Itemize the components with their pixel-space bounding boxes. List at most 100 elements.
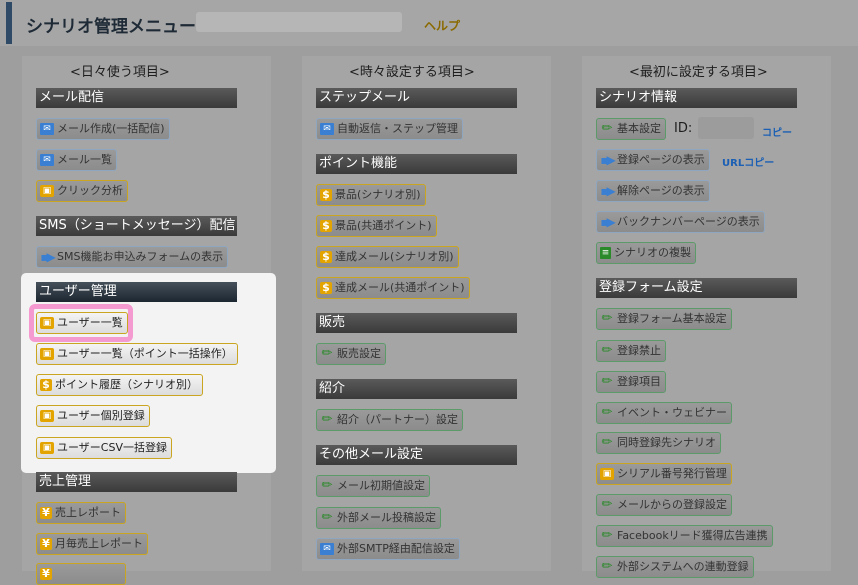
user-list-highlight-ring bbox=[29, 304, 133, 342]
pencil-icon: ✏ bbox=[601, 311, 613, 326]
prize-scenario-button[interactable]: $ 景品(シナリオ別) bbox=[316, 184, 426, 206]
register-items-button[interactable]: ✏ 登録項目 bbox=[596, 371, 666, 393]
column-title-occasional: <時々設定する項目> bbox=[349, 65, 475, 80]
auto-reply-button[interactable]: ✉ 自動返信・ステップ管理 bbox=[316, 118, 463, 140]
dollar-icon: $ bbox=[320, 282, 332, 294]
external-system-label: 外部システムへの連動登録 bbox=[617, 560, 749, 573]
yen-icon: ¥ bbox=[40, 568, 52, 580]
referral-settings-button[interactable]: ✏ 紹介（パートナー）設定 bbox=[316, 409, 463, 431]
mail-icon: ✉ bbox=[40, 123, 54, 135]
external-smtp-label: 外部SMTP経由配信設定 bbox=[337, 542, 455, 555]
register-items-label: 登録項目 bbox=[617, 375, 661, 388]
achieve-common-button[interactable]: $ 達成メール(共通ポイント) bbox=[316, 277, 470, 299]
dollar-icon: $ bbox=[320, 220, 332, 232]
yen-icon: ¥ bbox=[40, 538, 52, 550]
serial-number-button[interactable]: ▣ シリアル番号発行管理 bbox=[596, 463, 732, 485]
column-title-daily: <日々使う項目> bbox=[70, 65, 170, 80]
duplicate-scenario-label: シナリオの複製 bbox=[614, 246, 691, 259]
mail-icon: ✉ bbox=[320, 123, 334, 135]
facebook-ads-label: Facebookリード獲得広告連携 bbox=[617, 529, 768, 542]
dollar-icon: $ bbox=[320, 251, 332, 263]
column-title-initial: <最初に設定する項目> bbox=[629, 65, 768, 80]
help-link[interactable]: ヘルプ bbox=[424, 17, 460, 34]
section-point-feature: ポイント機能 bbox=[316, 154, 517, 174]
referral-settings-label: 紹介（パートナー）設定 bbox=[337, 413, 458, 426]
user-csv-button[interactable]: ▣ ユーザーCSV一括登録 bbox=[36, 437, 172, 459]
facebook-ads-button[interactable]: ✏ Facebookリード獲得広告連携 bbox=[596, 525, 773, 547]
sales-settings-button[interactable]: ✏ 販売設定 bbox=[316, 343, 386, 365]
section-step-mail: ステップメール bbox=[316, 88, 517, 108]
show-cancel-page-button[interactable]: ▪▶ 解除ページの表示 bbox=[596, 180, 710, 202]
external-system-button[interactable]: ✏ 外部システムへの連動登録 bbox=[596, 556, 754, 578]
title-accent-bar bbox=[6, 2, 12, 44]
sms-form-button[interactable]: ▪▶ SMS機能お申込みフォームの表示 bbox=[36, 246, 229, 268]
show-cancel-page-label: 解除ページの表示 bbox=[617, 184, 705, 197]
scenario-id-label: ID: bbox=[674, 121, 693, 136]
pencil-icon: ✏ bbox=[601, 121, 613, 136]
event-webinar-button[interactable]: ✏ イベント・ウェビナー bbox=[596, 402, 732, 424]
section-sales-management: 売上管理 bbox=[36, 472, 237, 492]
mail-create-button[interactable]: ✉ メール作成(一括配信) bbox=[36, 118, 170, 140]
external-smtp-button[interactable]: ✉ 外部SMTP経由配信設定 bbox=[316, 538, 460, 560]
user-register-button[interactable]: ▣ ユーザー個別登録 bbox=[36, 405, 150, 427]
section-register-form: 登録フォーム設定 bbox=[596, 278, 797, 298]
header-bar: シナリオ管理メニュー ヘルプ bbox=[0, 0, 858, 46]
show-backnumber-page-button[interactable]: ▪▶ バックナンバーページの表示 bbox=[596, 211, 765, 233]
mail-icon: ✉ bbox=[320, 543, 334, 555]
user-card-icon: ▣ bbox=[40, 185, 54, 197]
user-list-points-button[interactable]: ▣ ユーザー一覧（ポイント一括操作） bbox=[36, 343, 238, 365]
pencil-icon: ✏ bbox=[601, 435, 613, 450]
mail-icon: ✉ bbox=[40, 154, 54, 166]
simultaneous-button[interactable]: ✏ 同時登録先シナリオ bbox=[596, 432, 721, 454]
sales-report-button[interactable]: ¥ 売上レポート bbox=[36, 502, 126, 524]
mail-create-label: メール作成(一括配信) bbox=[57, 122, 165, 135]
point-history-button[interactable]: $ ポイント履歴（シナリオ別） bbox=[36, 374, 203, 396]
show-register-page-label: 登録ページの表示 bbox=[617, 153, 705, 166]
arrow-right-icon: ▪▶ bbox=[600, 184, 615, 198]
scenario-id-redacted bbox=[698, 117, 754, 139]
pencil-icon: ✏ bbox=[321, 510, 333, 525]
simultaneous-label: 同時登録先シナリオ bbox=[617, 436, 716, 449]
click-analysis-label: クリック分析 bbox=[57, 184, 123, 197]
arrow-right-icon: ▪▶ bbox=[600, 215, 615, 229]
section-referral: 紹介 bbox=[316, 379, 517, 399]
dollar-icon: $ bbox=[320, 189, 332, 201]
prize-scenario-label: 景品(シナリオ別) bbox=[335, 188, 421, 201]
user-csv-label: ユーザーCSV一括登録 bbox=[57, 441, 167, 454]
prize-common-button[interactable]: $ 景品(共通ポイント) bbox=[316, 215, 437, 237]
prize-common-label: 景品(共通ポイント) bbox=[335, 219, 432, 232]
mail-list-button[interactable]: ✉ メール一覧 bbox=[36, 149, 117, 171]
section-other-mail: その他メール設定 bbox=[316, 445, 517, 465]
basic-settings-button[interactable]: ✏ 基本設定 bbox=[596, 118, 666, 140]
show-backnumber-page-label: バックナンバーページの表示 bbox=[617, 215, 760, 228]
section-sms: SMS（ショートメッセージ）配信 bbox=[36, 216, 237, 236]
duplicate-scenario-button[interactable]: ≡ シナリオの複製 bbox=[596, 242, 696, 264]
monthly-sales-button[interactable]: ¥ 月毎売上レポート bbox=[36, 533, 148, 555]
pencil-icon: ✏ bbox=[321, 412, 333, 427]
external-post-button[interactable]: ✏ 外部メール投稿設定 bbox=[316, 507, 441, 529]
form-basic-button[interactable]: ✏ 登録フォーム基本設定 bbox=[596, 308, 732, 330]
point-history-label: ポイント履歴（シナリオ別） bbox=[55, 378, 198, 391]
sales-extra-button-partial[interactable]: ¥ bbox=[36, 563, 126, 585]
mail-initial-button[interactable]: ✏ メール初期値設定 bbox=[316, 475, 430, 497]
click-analysis-button[interactable]: ▣ クリック分析 bbox=[36, 180, 128, 202]
pencil-icon: ✏ bbox=[321, 478, 333, 493]
user-card-icon: ▣ bbox=[40, 348, 54, 360]
user-card-icon: ▣ bbox=[40, 410, 54, 422]
user-register-label: ユーザー個別登録 bbox=[57, 409, 145, 422]
show-register-page-button[interactable]: ▪▶ 登録ページの表示 bbox=[596, 149, 710, 171]
basic-settings-label: 基本設定 bbox=[617, 122, 661, 135]
pencil-icon: ✏ bbox=[601, 405, 613, 420]
register-ban-button[interactable]: ✏ 登録禁止 bbox=[596, 340, 666, 362]
auto-reply-label: 自動返信・ステップ管理 bbox=[337, 122, 458, 135]
section-sales: 販売 bbox=[316, 313, 517, 333]
copy-id-link[interactable]: コピー bbox=[762, 124, 792, 139]
arrow-right-icon: ▪▶ bbox=[40, 250, 55, 264]
register-from-mail-button[interactable]: ✏ メールからの登録設定 bbox=[596, 494, 732, 516]
achieve-scenario-button[interactable]: $ 達成メール(シナリオ別) bbox=[316, 246, 459, 268]
user-card-icon: ▣ bbox=[600, 468, 614, 480]
pencil-icon: ✏ bbox=[601, 559, 613, 574]
url-copy-link[interactable]: URLコピー bbox=[722, 154, 774, 169]
section-user-management: ユーザー管理 bbox=[36, 282, 237, 302]
mail-initial-label: メール初期値設定 bbox=[337, 479, 425, 492]
